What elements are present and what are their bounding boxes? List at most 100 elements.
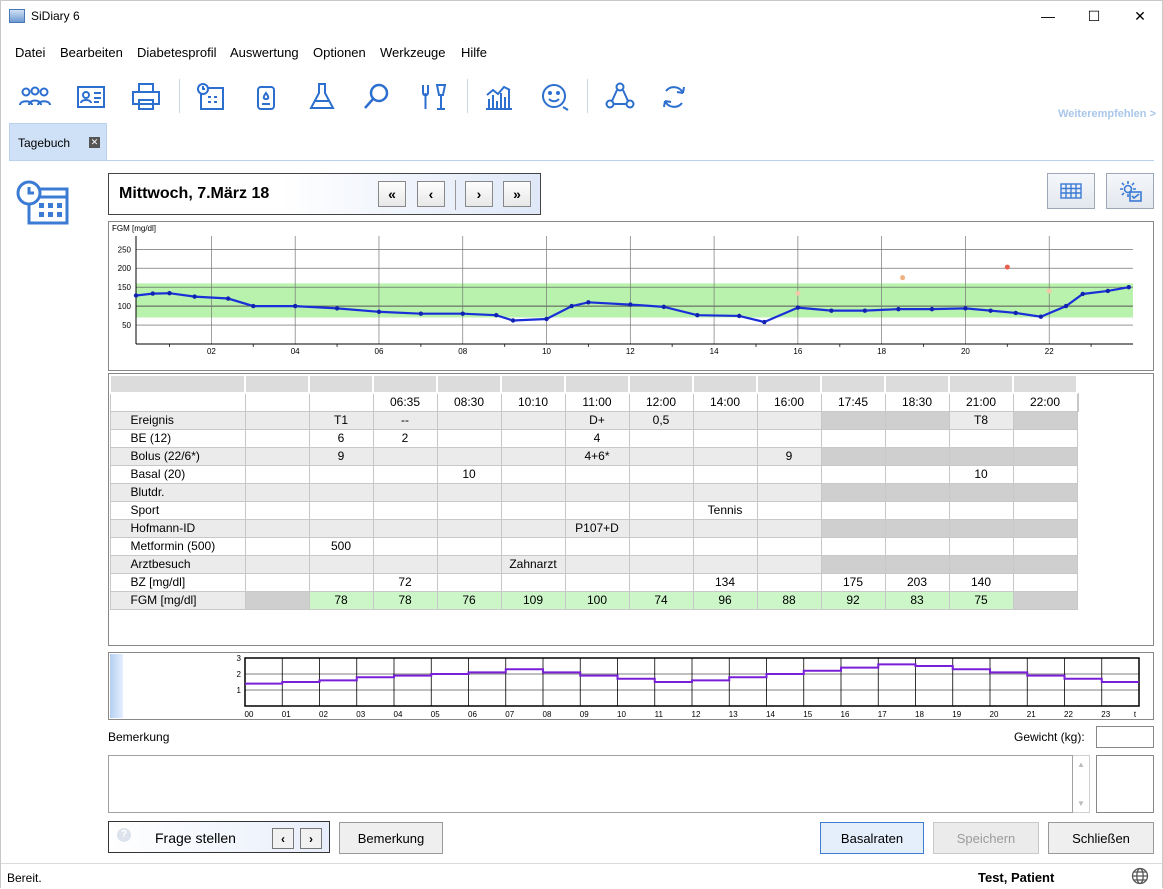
time-cell[interactable]: 16:00	[756, 392, 822, 412]
globe-icon[interactable]	[1131, 867, 1149, 885]
table-cell[interactable]	[500, 500, 566, 520]
table-cell[interactable]	[692, 518, 758, 538]
table-cell[interactable]	[436, 482, 502, 502]
table-cell[interactable]	[500, 518, 566, 538]
previous-day-button[interactable]: ‹	[417, 181, 445, 207]
header-cell[interactable]	[564, 374, 630, 394]
time-cell[interactable]: 08:30	[436, 392, 502, 412]
table-cell[interactable]	[1012, 536, 1078, 556]
header-cell[interactable]	[1012, 374, 1078, 394]
time-cell[interactable]: 06:35	[372, 392, 438, 412]
table-cell[interactable]	[244, 482, 310, 502]
time-cell[interactable]: 14:00	[692, 392, 758, 412]
table-cell[interactable]	[628, 428, 694, 448]
maximize-icon[interactable]: ☐	[1071, 1, 1117, 31]
table-cell[interactable]: 2	[372, 428, 438, 448]
menu-werkzeuge[interactable]: Werkzeuge	[380, 45, 446, 60]
table-cell[interactable]	[1012, 410, 1078, 430]
table-cell[interactable]: 88	[756, 590, 822, 610]
header-cell[interactable]	[372, 374, 438, 394]
table-cell[interactable]: 140	[948, 572, 1014, 592]
table-cell[interactable]	[500, 428, 566, 448]
table-cell[interactable]	[884, 536, 950, 556]
table-cell[interactable]: 0,5	[628, 410, 694, 430]
table-cell[interactable]	[244, 518, 310, 538]
table-cell[interactable]	[436, 428, 502, 448]
table-cell[interactable]	[564, 536, 630, 556]
table-cell[interactable]	[372, 500, 438, 520]
table-cell[interactable]: T8	[948, 410, 1014, 430]
header-cell[interactable]	[500, 374, 566, 394]
minimize-icon[interactable]: —	[1025, 1, 1071, 31]
basal-rates-button[interactable]: Basalraten	[820, 822, 924, 854]
remark-scrollbar[interactable]: ▲ ▼	[1073, 755, 1090, 813]
print-icon[interactable]	[128, 79, 164, 115]
table-cell[interactable]	[1012, 590, 1078, 610]
table-cell[interactable]	[884, 482, 950, 502]
table-cell[interactable]	[564, 500, 630, 520]
table-cell[interactable]: 9	[308, 446, 374, 466]
table-cell[interactable]	[500, 446, 566, 466]
table-cell[interactable]: 175	[820, 572, 886, 592]
diary-calendar-icon[interactable]	[193, 79, 229, 115]
previous-week-button[interactable]: «	[378, 181, 406, 207]
table-cell[interactable]: Tennis	[692, 500, 758, 520]
scroll-up-icon[interactable]: ▲	[1077, 760, 1085, 769]
patients-icon[interactable]	[17, 79, 53, 115]
share-network-icon[interactable]	[602, 79, 638, 115]
table-cell[interactable]	[948, 554, 1014, 574]
table-cell[interactable]	[1012, 554, 1078, 574]
table-cell[interactable]	[756, 500, 822, 520]
table-cell[interactable]	[948, 428, 1014, 448]
table-cell[interactable]	[948, 536, 1014, 556]
table-cell[interactable]	[628, 536, 694, 556]
table-cell[interactable]	[1012, 518, 1078, 538]
table-cell[interactable]: 78	[372, 590, 438, 610]
table-cell[interactable]: 10	[948, 464, 1014, 484]
table-cell[interactable]	[244, 446, 310, 466]
header-cell[interactable]	[948, 374, 1014, 394]
table-cell[interactable]	[1012, 572, 1078, 592]
table-cell[interactable]	[820, 554, 886, 574]
table-cell[interactable]	[820, 518, 886, 538]
id-card-icon[interactable]	[73, 79, 109, 115]
table-cell[interactable]	[948, 446, 1014, 466]
remark-button[interactable]: Bemerkung	[339, 822, 443, 854]
table-cell[interactable]: 6	[308, 428, 374, 448]
table-cell[interactable]	[884, 410, 950, 430]
table-cell[interactable]: D+	[564, 410, 630, 430]
close-icon[interactable]: ✕	[1117, 1, 1163, 31]
table-cell[interactable]	[244, 500, 310, 520]
table-cell[interactable]	[692, 482, 758, 502]
recommend-link[interactable]: Weiterempfehlen >	[1058, 108, 1156, 120]
menu-auswertung[interactable]: Auswertung	[230, 45, 299, 60]
table-cell[interactable]	[628, 464, 694, 484]
table-cell[interactable]	[756, 572, 822, 592]
glucose-meter-icon[interactable]	[248, 79, 284, 115]
table-cell[interactable]	[756, 464, 822, 484]
table-cell[interactable]: P107+D	[564, 518, 630, 538]
table-cell[interactable]	[244, 554, 310, 574]
table-cell[interactable]	[756, 554, 822, 574]
header-cell[interactable]	[244, 374, 310, 394]
header-cell[interactable]	[308, 374, 374, 394]
table-cell[interactable]	[372, 536, 438, 556]
table-cell[interactable]	[564, 572, 630, 592]
search-icon[interactable]	[359, 79, 395, 115]
time-cell[interactable]: 12:00	[628, 392, 694, 412]
table-cell[interactable]	[756, 428, 822, 448]
table-cell[interactable]	[436, 554, 502, 574]
time-cell[interactable]: 17:45	[820, 392, 886, 412]
table-cell[interactable]	[692, 428, 758, 448]
table-cell[interactable]	[820, 536, 886, 556]
table-cell[interactable]	[692, 554, 758, 574]
table-cell[interactable]	[884, 518, 950, 538]
table-cell[interactable]: 4	[564, 428, 630, 448]
table-cell[interactable]: Zahnarzt	[500, 554, 566, 574]
table-cell[interactable]: 74	[628, 590, 694, 610]
table-cell[interactable]: 134	[692, 572, 758, 592]
statistics-icon[interactable]	[481, 79, 517, 115]
table-cell[interactable]	[692, 536, 758, 556]
table-cell[interactable]	[244, 410, 310, 430]
table-cell[interactable]: 500	[308, 536, 374, 556]
